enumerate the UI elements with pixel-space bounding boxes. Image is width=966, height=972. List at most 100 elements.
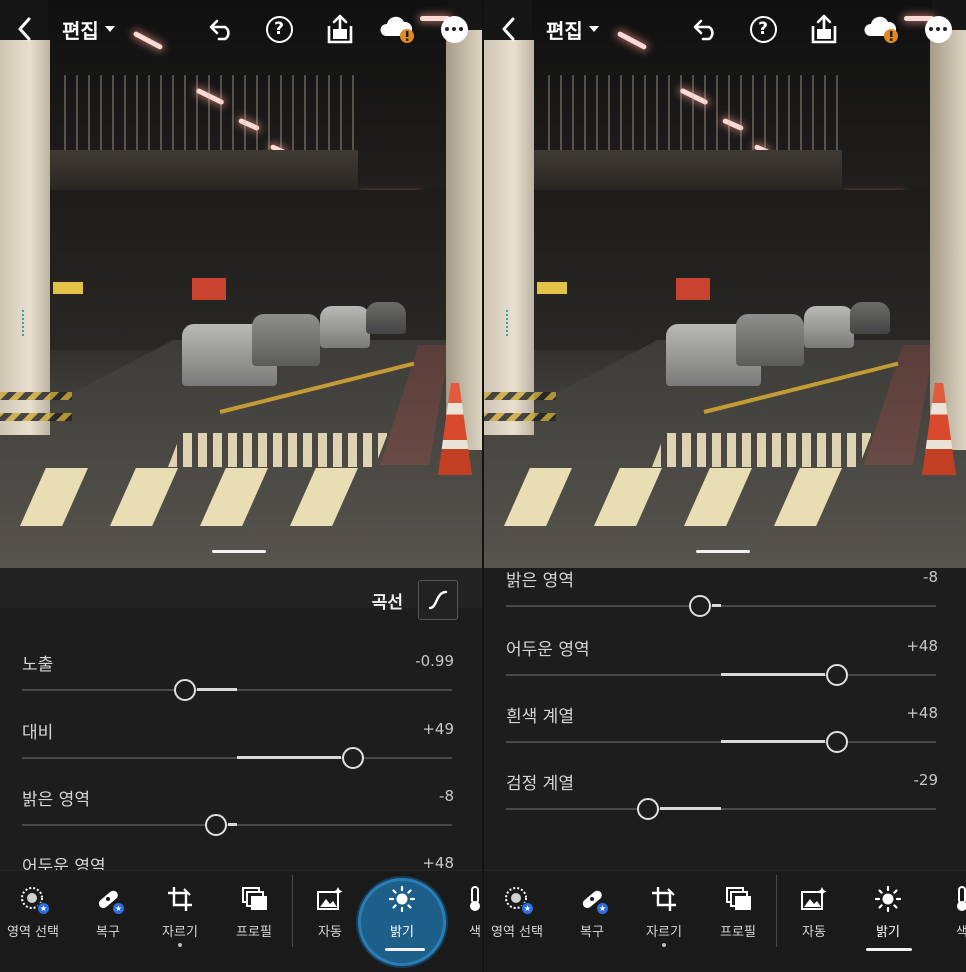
chevron-left-icon[interactable] — [494, 12, 522, 46]
caret-down-icon — [104, 26, 115, 32]
undo-icon[interactable] — [206, 12, 238, 46]
photo-preview[interactable] — [484, 0, 966, 568]
tool-color[interactable]: 색 — [437, 885, 482, 955]
active-tool-underline — [866, 948, 912, 951]
selective-icon: ★ — [503, 885, 534, 915]
slider-knob[interactable] — [342, 747, 365, 769]
slider-knob[interactable] — [688, 595, 711, 617]
active-tool-underline — [385, 948, 425, 951]
curve-row — [0, 568, 482, 608]
tool-light[interactable]: 밝기 — [850, 885, 926, 955]
healing-bandage-icon: ★ — [578, 885, 609, 915]
slider-value: +48 — [906, 637, 938, 655]
curve-label: 곡선 — [371, 593, 403, 613]
slider-value: -8 — [923, 568, 938, 586]
slider-highlights[interactable]: 밝은 영역 -8 — [22, 785, 454, 845]
tool-profiles[interactable]: 프로필 — [700, 885, 776, 955]
tool-light[interactable]: 밝기 — [364, 885, 440, 955]
slider-knob[interactable] — [174, 679, 197, 701]
slider-label: 대비 — [22, 723, 54, 743]
tool-label: 프로필 — [720, 925, 756, 940]
slider-knob[interactable] — [636, 798, 659, 820]
profiles-icon — [240, 885, 268, 913]
share-icon[interactable] — [324, 12, 356, 46]
slider-track — [22, 689, 452, 691]
bottom-toolbar: ★ 영역 선택 ★ 복구 자르기 프로필 자동 밝기 색 — [484, 870, 966, 972]
slider-label: 검정 계열 — [506, 774, 574, 794]
sheet-grabber[interactable] — [212, 550, 266, 553]
tool-label: 자동 — [802, 925, 826, 940]
tool-selective[interactable]: ★ 영역 선택 — [0, 885, 71, 955]
light-sun-icon — [874, 885, 902, 913]
tool-profiles[interactable]: 프로필 — [216, 885, 292, 955]
slider-label: 어두운 영역 — [22, 857, 106, 870]
slider-label: 어두운 영역 — [506, 640, 590, 660]
tool-label: 자동 — [318, 925, 342, 940]
tool-auto[interactable]: 자동 — [292, 885, 368, 955]
page-title: 편집 — [546, 18, 583, 43]
tool-crop[interactable]: 자르기 — [142, 885, 218, 955]
caret-down-icon — [588, 26, 599, 32]
slider-label: 밝은 영역 — [506, 571, 574, 591]
active-dot — [178, 943, 182, 947]
slider-contrast[interactable]: 대비 +49 — [22, 718, 454, 778]
tool-auto[interactable]: 자동 — [776, 885, 852, 955]
tool-healing[interactable]: ★ 복구 — [554, 885, 630, 955]
curve-button[interactable] — [418, 580, 458, 620]
slider-shadows[interactable]: 어두운 영역 +48 — [22, 852, 454, 870]
selective-icon: ★ — [19, 885, 50, 915]
edit-title-dropdown[interactable]: 편집 — [62, 14, 115, 44]
crop-icon — [166, 885, 194, 913]
slider-track — [506, 605, 936, 607]
slider-fill — [721, 673, 826, 676]
photo-preview[interactable] — [0, 0, 482, 568]
slider-shadows[interactable]: 어두운 영역 +48 — [506, 635, 938, 695]
sheet-grabber[interactable] — [696, 550, 750, 553]
top-bar: 편집 ? — [0, 0, 482, 58]
crop-icon — [650, 885, 678, 913]
slider-value: -8 — [439, 787, 454, 805]
slider-label: 흰색 계열 — [506, 707, 574, 727]
tool-healing[interactable]: ★ 복구 — [70, 885, 146, 955]
tool-label: 색 — [956, 925, 966, 940]
slider-knob[interactable] — [826, 664, 849, 686]
undo-icon[interactable] — [690, 12, 722, 46]
slider-fill — [721, 740, 826, 743]
tool-label: 자르기 — [162, 925, 198, 940]
slider-track — [506, 808, 936, 810]
tool-selective[interactable]: ★ 영역 선택 — [484, 885, 555, 955]
color-thermometer-icon — [948, 885, 966, 913]
cloud-warning-icon[interactable] — [861, 12, 901, 46]
more-icon[interactable] — [439, 12, 469, 46]
slider-value: -0.99 — [415, 652, 454, 670]
help-icon[interactable]: ? — [263, 12, 295, 46]
light-adjust-panel: 곡선 노출 -0.99 대비 +49 밝은 영역 -8 어두운 영역 +48 — [0, 568, 482, 870]
slider-knob[interactable] — [826, 731, 849, 753]
page-title: 편집 — [62, 18, 99, 43]
cloud-warning-icon[interactable] — [377, 12, 417, 46]
tool-label: 프로필 — [236, 925, 272, 940]
tool-label: 자르기 — [646, 925, 682, 940]
slider-knob[interactable] — [204, 814, 227, 836]
slider-highlights[interactable]: 밝은 영역 -8 — [506, 568, 938, 626]
tool-label: 색 — [469, 925, 481, 940]
chevron-left-icon[interactable] — [10, 12, 38, 46]
active-dot — [662, 943, 666, 947]
share-icon[interactable] — [808, 12, 840, 46]
tool-color[interactable]: 색 — [924, 885, 966, 955]
slider-fill — [711, 604, 721, 607]
top-bar: 편집 ? — [484, 0, 966, 58]
more-icon[interactable] — [923, 12, 953, 46]
slider-fill — [227, 823, 237, 826]
slider-exposure[interactable]: 노출 -0.99 — [22, 650, 454, 710]
light-adjust-panel: 밝은 영역 -8 어두운 영역 +48 흰색 계열 +48 검정 계열 -29 — [484, 568, 966, 870]
auto-icon — [316, 885, 344, 913]
slider-whites[interactable]: 흰색 계열 +48 — [506, 702, 938, 762]
tool-crop[interactable]: 자르기 — [626, 885, 702, 955]
slider-blacks[interactable]: 검정 계열 -29 — [506, 769, 938, 829]
light-sun-icon — [388, 885, 416, 913]
edit-title-dropdown[interactable]: 편집 — [546, 14, 599, 44]
help-icon[interactable]: ? — [747, 12, 779, 46]
slider-fill — [659, 807, 721, 810]
tool-label: 복구 — [96, 925, 120, 940]
